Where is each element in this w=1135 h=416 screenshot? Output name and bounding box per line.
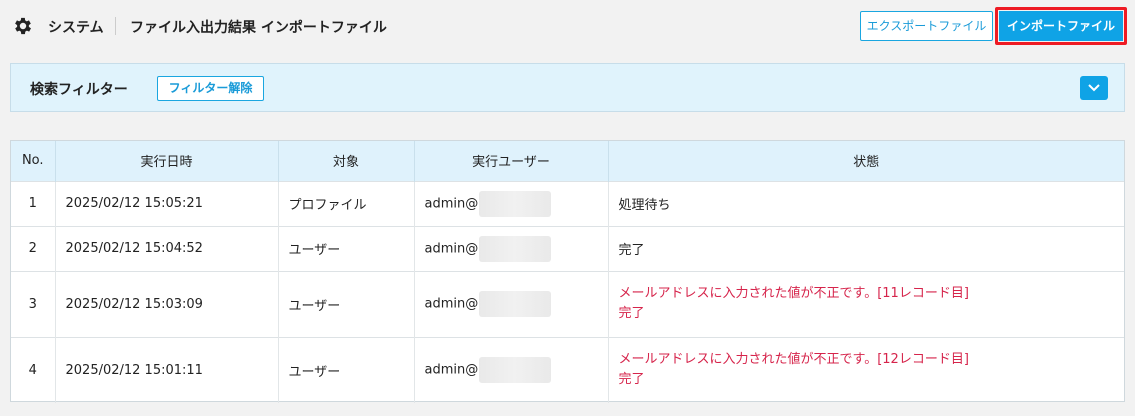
cell-status: メールアドレスに入力された値が不正です。[12レコード目] 完了: [608, 336, 1124, 403]
filter-toggle-button[interactable]: [1080, 76, 1108, 100]
cell-datetime: 2025/02/12 15:04:52: [55, 225, 279, 271]
status-text: 完了: [618, 243, 645, 258]
table-row[interactable]: 4 2025/02/12 15:01:11 ユーザー admin@ メールアドレ…: [11, 336, 1124, 403]
user-email: admin@: [424, 196, 479, 211]
user-email: admin@: [424, 241, 479, 256]
table-row[interactable]: 3 2025/02/12 15:03:09 ユーザー admin@ メールアドレ…: [11, 270, 1124, 337]
export-file-button[interactable]: エクスポートファイル: [860, 11, 993, 41]
cell-status: 完了: [608, 225, 1124, 271]
cell-user: admin@: [414, 225, 609, 271]
column-header-status: 状態: [608, 141, 1124, 181]
page-header: システム ファイル入出力結果 インポートファイル エクスポートファイル インポー…: [0, 0, 1135, 54]
status-text: 完了: [618, 372, 645, 388]
cell-no: 1: [11, 180, 56, 226]
gear-icon: [15, 17, 31, 35]
status-error-text: メールアドレスに入力された値が不正です。[11レコード目]: [618, 286, 969, 301]
title-divider: [115, 17, 116, 35]
clear-filter-button[interactable]: フィルター解除: [157, 76, 264, 101]
cell-user: admin@: [414, 180, 609, 226]
cell-target: ユーザー: [278, 270, 415, 337]
cell-target: プロファイル: [278, 180, 415, 226]
redacted-area: [479, 291, 552, 317]
cell-datetime: 2025/02/12 15:03:09: [55, 270, 279, 337]
cell-datetime: 2025/02/12 15:05:21: [55, 180, 279, 226]
cell-datetime: 2025/02/12 15:01:11: [55, 336, 279, 403]
cell-target: ユーザー: [278, 225, 415, 271]
cell-target: ユーザー: [278, 336, 415, 403]
chevron-down-icon: [1088, 84, 1100, 92]
user-email: admin@: [424, 296, 479, 312]
column-header-datetime: 実行日時: [55, 141, 279, 181]
status-text: 完了: [618, 306, 645, 321]
cell-no: 3: [11, 270, 56, 337]
page-title: ファイル入出力結果 インポートファイル: [130, 20, 387, 36]
search-filter-panel: 検索フィルター フィルター解除: [10, 63, 1125, 112]
cell-status: メールアドレスに入力された値が不正です。[11レコード目] 完了: [608, 270, 1124, 337]
cell-no: 4: [11, 336, 56, 403]
import-file-button[interactable]: インポートファイル: [999, 11, 1123, 41]
cell-no: 2: [11, 225, 56, 271]
cell-user: admin@: [414, 270, 609, 337]
redacted-area: [479, 357, 552, 384]
column-header-target: 対象: [278, 141, 415, 181]
cell-user: admin@: [414, 336, 609, 403]
redacted-area: [479, 235, 552, 262]
table-row[interactable]: 1 2025/02/12 15:05:21 プロファイル admin@ 処理待ち: [11, 180, 1124, 226]
filter-title: 検索フィルター: [30, 82, 128, 98]
table-header-row: No. 実行日時 対象 実行ユーザー 状態: [11, 141, 1124, 181]
column-header-no: No.: [11, 141, 56, 181]
status-text: 処理待ち: [618, 198, 671, 213]
cell-status: 処理待ち: [608, 180, 1124, 226]
table-row[interactable]: 2 2025/02/12 15:04:52 ユーザー admin@ 完了: [11, 225, 1124, 271]
redacted-area: [479, 190, 552, 217]
results-table: No. 実行日時 対象 実行ユーザー 状態 1 2025/02/12 15:05…: [10, 140, 1125, 403]
section-title: システム: [48, 20, 104, 36]
user-email: admin@: [424, 362, 479, 378]
status-error-text: メールアドレスに入力された値が不正です。[12レコード目]: [618, 352, 969, 368]
column-header-user: 実行ユーザー: [414, 141, 609, 181]
